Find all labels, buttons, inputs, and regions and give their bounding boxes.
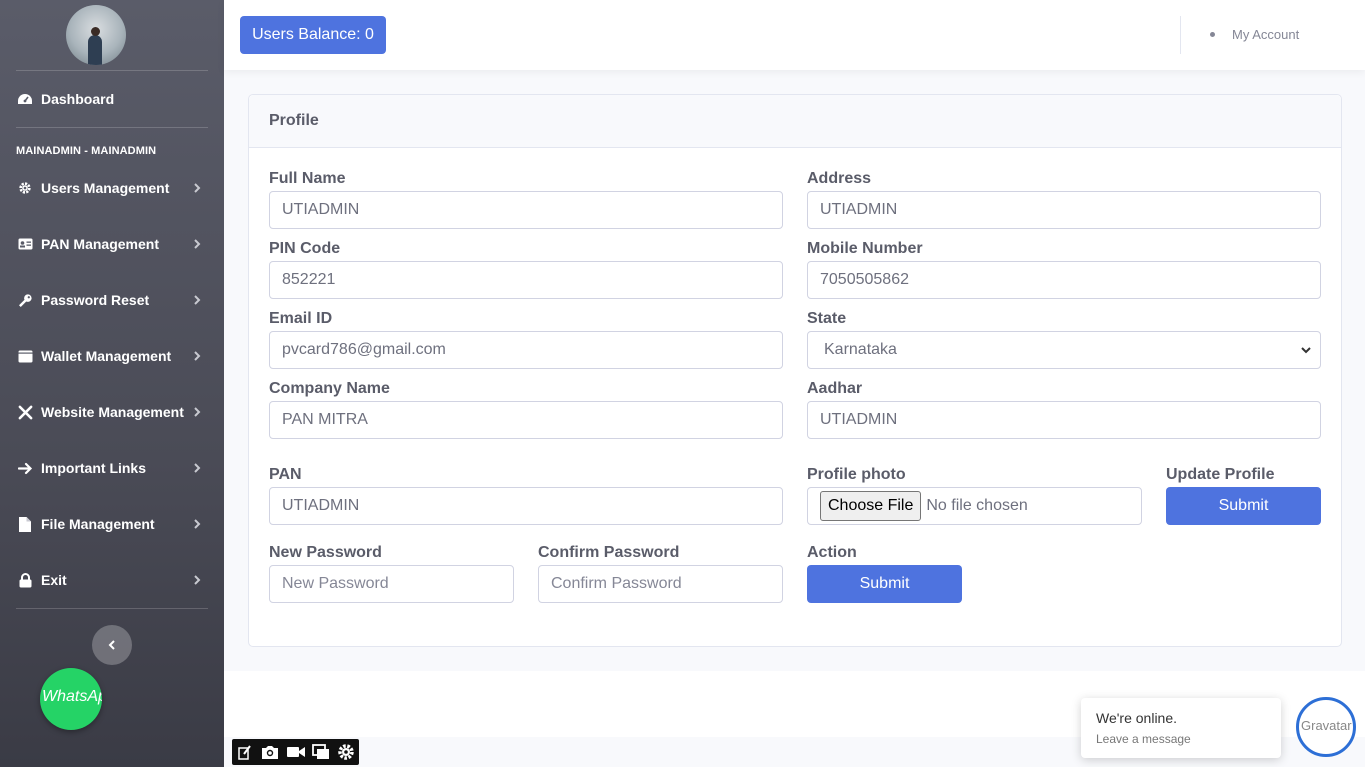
sidebar-item-website-management[interactable]: Website Management	[0, 392, 224, 432]
chevron-right-icon	[194, 183, 201, 193]
sidebar-divider	[16, 127, 208, 128]
sidebar: Dashboard MAINADMIN - MAINADMIN Users Ma…	[0, 0, 224, 767]
sidebar-toggle-button[interactable]	[92, 625, 132, 665]
state-label: State	[807, 310, 847, 327]
sidebar-item-label: Dashboard	[41, 91, 115, 107]
sidebar-item-important-links[interactable]: Important Links	[0, 448, 224, 488]
mobile-number-input[interactable]: 7050505862	[807, 261, 1321, 299]
state-select[interactable]: Karnataka	[807, 331, 1321, 369]
whatsapp-button[interactable]: WhatsApp	[40, 668, 102, 730]
capture-toolbar	[232, 739, 359, 765]
pan-label: PAN	[269, 466, 302, 483]
action-label: Action	[807, 544, 857, 561]
wallet-icon	[17, 348, 33, 364]
pan-input[interactable]: UTIADMIN	[269, 487, 783, 525]
sidebar-item-users-management[interactable]: Users Management	[0, 168, 224, 208]
chat-avatar-button[interactable]: Gravatar	[1296, 697, 1356, 757]
state-selected-value: Karnataka	[824, 341, 897, 358]
gear-icon[interactable]	[337, 742, 355, 762]
company-name-label: Company Name	[269, 380, 390, 397]
profile-card: Profile Full Name UTIADMIN Address UTIAD…	[248, 94, 1342, 647]
sidebar-divider	[16, 608, 208, 609]
address-label: Address	[807, 170, 872, 187]
chevron-right-icon	[194, 407, 201, 417]
sidebar-heading: MAINADMIN - MAINADMIN	[16, 145, 157, 157]
sidebar-item-label: Users Management	[41, 180, 170, 196]
chevron-left-icon	[108, 640, 115, 650]
new-password-label: New Password	[269, 544, 382, 561]
confirm-password-input[interactable]: Confirm Password	[538, 565, 783, 603]
aadhar-input[interactable]: UTIADMIN	[807, 401, 1321, 439]
tools-icon	[17, 404, 33, 420]
arrow-right-icon	[17, 460, 33, 476]
chat-status: We're online.	[1096, 710, 1178, 726]
sidebar-item-label: Password Reset	[41, 292, 150, 308]
password-submit-button[interactable]: Submit	[807, 565, 962, 603]
confirm-password-label: Confirm Password	[538, 544, 680, 561]
edit-icon[interactable]	[236, 742, 254, 762]
file-icon	[17, 516, 33, 532]
gravatar-alt-text: Gravatar	[1301, 718, 1352, 733]
users-balance-button[interactable]: Users Balance: 0	[240, 16, 386, 54]
mobile-number-label: Mobile Number	[807, 240, 923, 257]
sidebar-item-dashboard[interactable]: Dashboard	[0, 79, 224, 119]
chevron-down-icon	[1301, 347, 1311, 354]
camera-icon[interactable]	[260, 742, 280, 762]
chat-message-prompt: Leave a message	[1096, 732, 1191, 746]
whatsapp-alt-text: WhatsApp	[42, 688, 102, 705]
sidebar-item-file-management[interactable]: File Management	[0, 504, 224, 544]
user-avatar[interactable]	[66, 5, 126, 65]
video-camera-icon[interactable]	[286, 742, 306, 762]
email-input[interactable]: pvcard786@gmail.com	[269, 331, 783, 369]
sidebar-item-label: PAN Management	[41, 236, 159, 252]
gear-icon	[17, 180, 33, 196]
lock-icon	[17, 572, 33, 588]
chat-prompt[interactable]: We're online. Leave a message	[1081, 698, 1281, 758]
sidebar-item-wallet-management[interactable]: Wallet Management	[0, 336, 224, 376]
chevron-right-icon	[194, 519, 201, 529]
chevron-right-icon	[194, 239, 201, 249]
company-name-input[interactable]: PAN MITRA	[269, 401, 783, 439]
profile-photo-input[interactable]: Choose File No file chosen	[807, 487, 1142, 525]
aadhar-label: Aadhar	[807, 380, 863, 397]
avatar-head	[91, 27, 100, 36]
sidebar-item-label: Important Links	[41, 460, 147, 476]
sidebar-item-label: File Management	[41, 516, 155, 532]
chevron-right-icon	[194, 351, 201, 361]
sidebar-item-label: Exit	[41, 572, 67, 588]
full-name-input[interactable]: UTIADMIN	[269, 191, 783, 229]
profile-photo-label: Profile photo	[807, 466, 906, 483]
sidebar-item-label: Website Management	[41, 404, 184, 420]
address-input[interactable]: UTIADMIN	[807, 191, 1321, 229]
pin-code-label: PIN Code	[269, 240, 341, 257]
card-title: Profile	[249, 95, 1341, 148]
update-profile-submit-button[interactable]: Submit	[1166, 487, 1321, 525]
id-card-icon	[17, 236, 33, 252]
key-icon	[17, 292, 33, 308]
sidebar-item-password-reset[interactable]: Password Reset	[0, 280, 224, 320]
my-account-label: My Account	[1232, 27, 1300, 42]
sidebar-item-pan-management[interactable]: PAN Management	[0, 224, 224, 264]
my-account-link[interactable]: My Account	[1210, 27, 1299, 42]
copy-icon[interactable]	[312, 742, 330, 762]
bullet-icon	[1210, 32, 1215, 37]
file-status: No file chosen	[926, 497, 1028, 514]
tachometer-icon	[17, 91, 33, 107]
chevron-right-icon	[194, 463, 201, 473]
new-password-input[interactable]: New Password	[269, 565, 514, 603]
email-label: Email ID	[269, 310, 333, 327]
chevron-right-icon	[194, 575, 201, 585]
sidebar-item-exit[interactable]: Exit	[0, 560, 224, 600]
sidebar-divider	[16, 70, 208, 71]
chevron-right-icon	[194, 295, 201, 305]
choose-file-button[interactable]: Choose File	[820, 491, 922, 521]
topbar: Users Balance: 0 My Account	[224, 0, 1365, 70]
sidebar-item-label: Wallet Management	[41, 348, 172, 364]
topbar-divider	[1180, 16, 1181, 54]
avatar-figure	[88, 35, 102, 65]
pin-code-input[interactable]: 852221	[269, 261, 783, 299]
full-name-label: Full Name	[269, 170, 346, 187]
update-profile-label: Update Profile	[1166, 466, 1275, 483]
